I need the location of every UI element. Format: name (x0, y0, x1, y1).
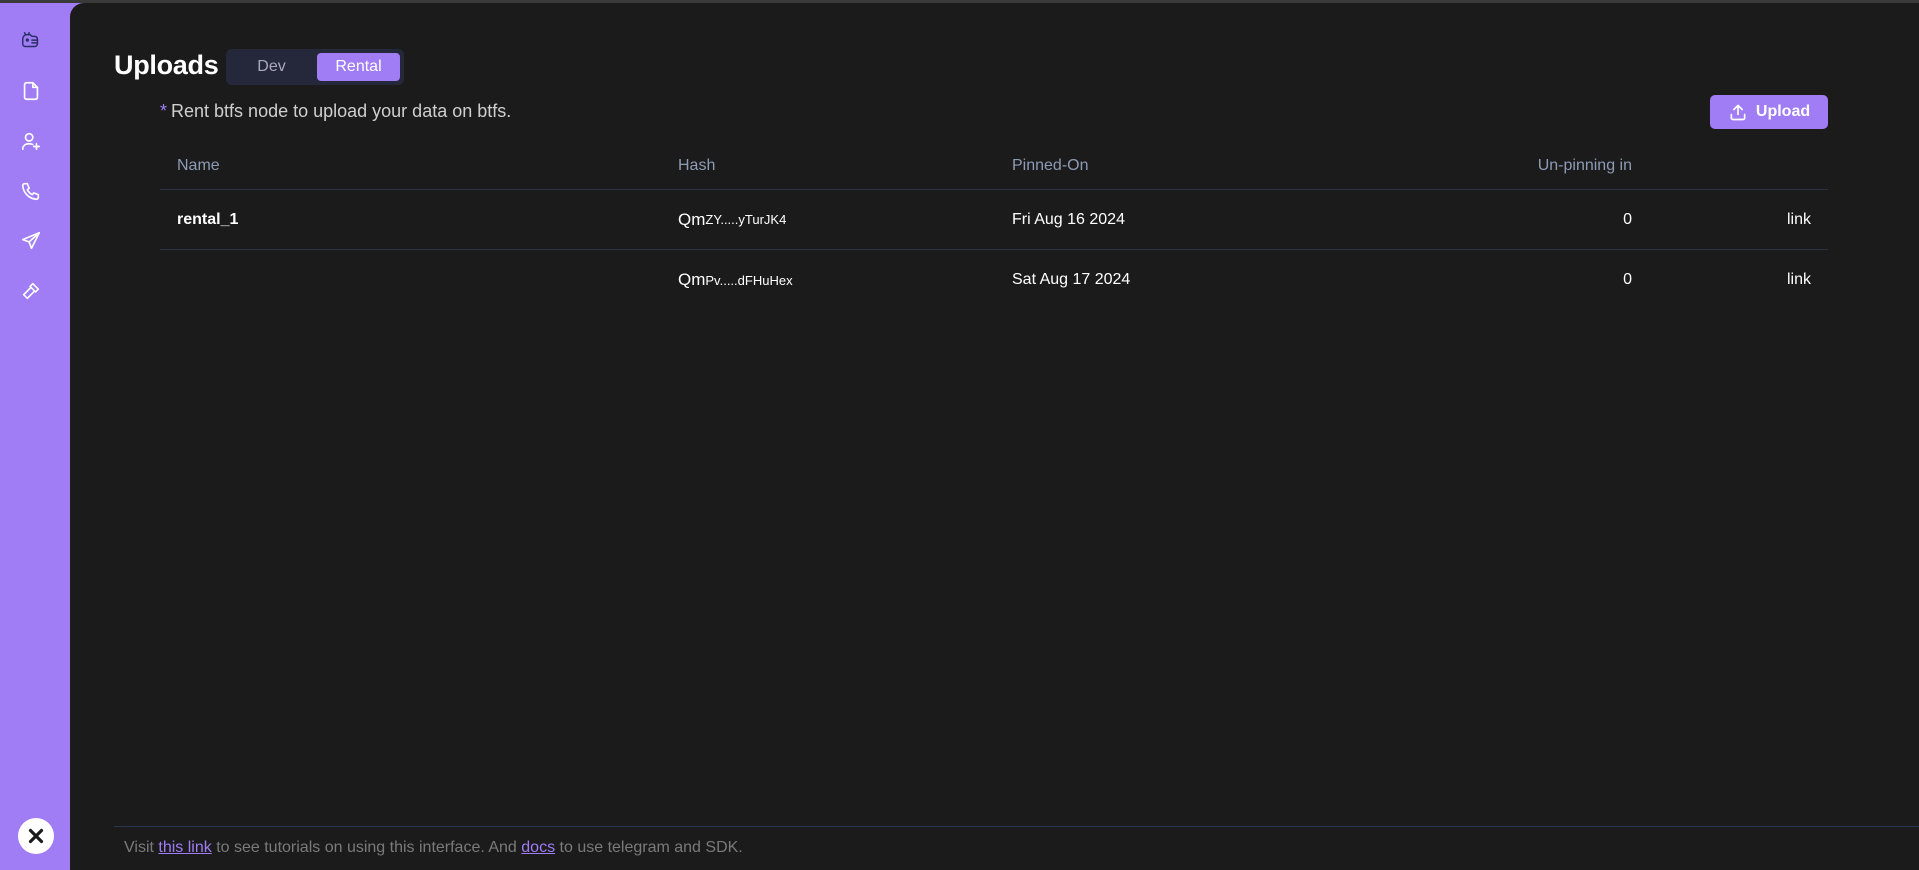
column-header-unpinning-in[interactable]: Un-pinning in (1460, 143, 1780, 189)
info-note-text: Rent btfs node to upload your data on bt… (171, 101, 512, 121)
upload-button[interactable]: Upload (1710, 95, 1828, 129)
tutorial-link[interactable]: this link (158, 839, 211, 856)
column-header-hash[interactable]: Hash (678, 143, 998, 189)
hash-prefix: Qm (678, 209, 706, 229)
user-plus-icon[interactable] (18, 128, 44, 154)
mode-toggle: Dev Rental (226, 49, 404, 85)
hammer-icon[interactable] (18, 278, 44, 304)
footer-middle: to see tutorials on using this interface… (216, 839, 517, 856)
phone-icon[interactable] (18, 178, 44, 204)
column-header-pinned-on[interactable]: Pinned-On (1012, 143, 1312, 189)
page-title: Uploads (114, 50, 219, 80)
docs-link[interactable]: docs (521, 839, 555, 856)
footer-suffix: to use telegram and SDK. (559, 839, 743, 856)
row-hash[interactable]: Qm ZY.....yTurJK4 (678, 190, 998, 249)
sidebar (0, 3, 70, 870)
toggle-dev[interactable]: Dev (230, 53, 313, 81)
upload-button-label: Upload (1755, 103, 1811, 120)
uploads-table: Name Hash Pinned-On Un-pinning in rental… (160, 143, 1828, 310)
hash-rest: Pv.....dFHuHex (705, 272, 793, 288)
row-pinned-on: Sat Aug 17 2024 (1012, 271, 1131, 288)
footer-prefix: Visit (124, 839, 154, 856)
hash-rest: ZY.....yTurJK4 (705, 212, 787, 227)
table-row[interactable]: rental_1 Qm ZY.....yTurJK4 Fri Aug 16 202… (160, 190, 1828, 250)
toggle-rental[interactable]: Rental (317, 53, 400, 81)
close-icon (28, 828, 44, 844)
asterisk: * (160, 101, 168, 121)
row-name (177, 250, 657, 310)
row-link[interactable]: link (1720, 190, 1811, 249)
row-name: rental_1 (177, 210, 239, 228)
footer-text: Visit this link to see tutorials on usin… (124, 839, 743, 857)
send-icon[interactable] (18, 228, 44, 254)
upload-icon (1730, 104, 1746, 121)
column-header-name[interactable]: Name (177, 143, 657, 189)
row-hash[interactable]: Qm Pv.....dFHuHex (678, 250, 998, 310)
logo-icon[interactable] (18, 28, 44, 54)
info-note: * Rent btfs node to upload your data on b… (160, 101, 511, 122)
footer-divider (114, 826, 1919, 827)
close-button[interactable] (18, 818, 54, 854)
table-row[interactable]: Qm Pv.....dFHuHex Sat Aug 17 2024 0 link (160, 250, 1828, 310)
row-link[interactable]: link (1720, 250, 1811, 310)
file-icon[interactable] (18, 78, 44, 104)
app-window: Uploads Dev Rental * Rent btfs node to up… (0, 0, 1919, 870)
row-pinned-on: Fri Aug 16 2024 (1012, 210, 1125, 228)
table-header: Name Hash Pinned-On Un-pinning in (160, 143, 1828, 190)
hash-prefix: Qm (678, 270, 706, 289)
main-panel: Uploads Dev Rental * Rent btfs node to up… (70, 3, 1919, 870)
